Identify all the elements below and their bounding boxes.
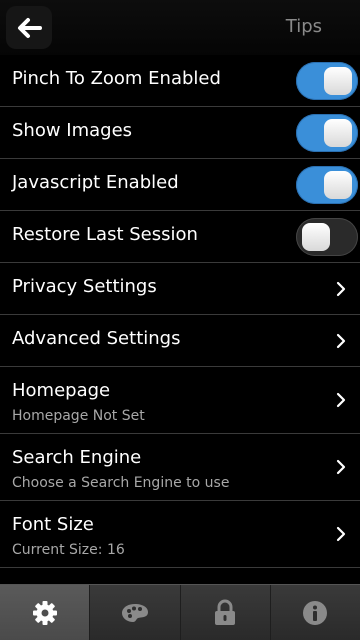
settings-list: Pinch To Zoom Enabled Show Images Javasc… bbox=[0, 55, 360, 568]
palette-icon bbox=[121, 604, 148, 622]
setting-subtitle: Homepage Not Set bbox=[12, 408, 145, 424]
setting-title: Pinch To Zoom Enabled bbox=[12, 68, 221, 89]
tab-settings[interactable] bbox=[0, 585, 91, 640]
setting-javascript[interactable]: Javascript Enabled bbox=[0, 159, 360, 211]
setting-font-size[interactable]: Font Size Current Size: 16 bbox=[0, 501, 360, 568]
setting-title: Show Images bbox=[12, 120, 133, 141]
lock-icon bbox=[215, 599, 236, 625]
back-arrow-icon bbox=[18, 17, 42, 38]
tab-about[interactable] bbox=[271, 585, 360, 640]
tab-appearance[interactable] bbox=[90, 585, 181, 640]
toggle-knob bbox=[302, 223, 330, 251]
gear-icon bbox=[32, 601, 57, 625]
chevron-right-icon bbox=[336, 392, 346, 408]
toggle-knob bbox=[324, 171, 352, 199]
setting-privacy[interactable]: Privacy Settings bbox=[0, 263, 360, 315]
setting-advanced[interactable]: Advanced Settings bbox=[0, 315, 360, 367]
setting-title: Advanced Settings bbox=[12, 328, 181, 349]
tips-button[interactable]: Tips bbox=[286, 16, 322, 37]
restore-session-toggle[interactable] bbox=[296, 218, 358, 256]
setting-search-engine[interactable]: Search Engine Choose a Search Engine to … bbox=[0, 434, 360, 501]
chevron-right-icon bbox=[336, 526, 346, 542]
setting-homepage[interactable]: Homepage Homepage Not Set bbox=[0, 367, 360, 434]
toggle-knob bbox=[324, 119, 352, 147]
setting-show-images[interactable]: Show Images bbox=[0, 107, 360, 159]
chevron-right-icon bbox=[336, 281, 346, 297]
setting-title: Search Engine bbox=[12, 447, 142, 468]
pinch-to-zoom-toggle[interactable] bbox=[296, 62, 358, 100]
setting-pinch-to-zoom[interactable]: Pinch To Zoom Enabled bbox=[0, 55, 360, 107]
setting-title: Privacy Settings bbox=[12, 276, 157, 297]
back-button[interactable] bbox=[6, 6, 52, 49]
setting-subtitle: Current Size: 16 bbox=[12, 542, 125, 558]
header-bar: Tips bbox=[0, 0, 360, 55]
chevron-right-icon bbox=[336, 459, 346, 475]
tab-privacy[interactable] bbox=[181, 585, 271, 640]
setting-title: Restore Last Session bbox=[12, 224, 198, 245]
show-images-toggle[interactable] bbox=[296, 114, 358, 152]
javascript-toggle[interactable] bbox=[296, 166, 358, 204]
info-icon bbox=[303, 601, 328, 625]
setting-title: Homepage bbox=[12, 380, 111, 401]
setting-title: Font Size bbox=[12, 514, 94, 535]
setting-restore-session[interactable]: Restore Last Session bbox=[0, 211, 360, 263]
toggle-knob bbox=[324, 67, 352, 95]
chevron-right-icon bbox=[336, 333, 346, 349]
bottom-tab-bar bbox=[0, 584, 360, 640]
setting-subtitle: Choose a Search Engine to use bbox=[12, 475, 230, 491]
setting-title: Javascript Enabled bbox=[12, 172, 179, 193]
